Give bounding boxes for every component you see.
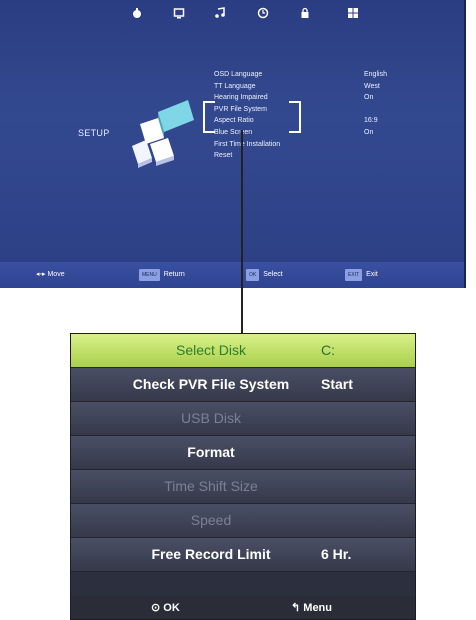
row-label: Select Disk	[175, 342, 247, 358]
row-label: Free Record Limit	[151, 546, 271, 562]
menu-item-label: OSD Language	[214, 71, 263, 78]
row-format[interactable]: Format	[71, 436, 415, 470]
row-label: Check PVR File System	[132, 376, 290, 392]
row-value: Start	[321, 376, 353, 392]
lock-icon[interactable]	[298, 7, 312, 21]
top-menu-bar	[0, 4, 464, 26]
tv-footer-bar: ◂◦▸ Move MENU Return OK Select EXIT Exit	[0, 262, 464, 288]
footer-move-label: Move	[47, 271, 65, 278]
move-arrows-icon: ◂◦▸	[36, 271, 46, 278]
row-value: C:	[321, 342, 335, 358]
setup-icon[interactable]	[346, 7, 360, 21]
footer-select-label: Select	[263, 271, 283, 278]
footer-ok[interactable]: ⊙ OK	[151, 601, 180, 614]
exit-key-icon: EXIT	[345, 269, 363, 281]
menu-item-value: On	[364, 128, 374, 136]
menu-key-icon: MENU	[139, 269, 160, 281]
sound-icon[interactable]	[213, 7, 227, 21]
return-arrow-icon: ↰	[291, 602, 301, 614]
section-label: SETUP	[78, 128, 110, 138]
row-check-pvr-file-system[interactable]: Check PVR File System Start	[71, 368, 415, 402]
menu-item-reset[interactable]: Reset	[214, 150, 414, 162]
row-label: USB Disk	[181, 410, 241, 426]
footer-move: ◂◦▸ Move	[36, 269, 65, 281]
footer-exit-label: Exit	[366, 271, 378, 278]
row-free-record-limit[interactable]: Free Record Limit 6 Hr.	[71, 538, 415, 572]
ok-button-icon: ⊙	[151, 602, 161, 614]
row-select-disk[interactable]: Select Disk C:	[71, 334, 415, 368]
menu-item-first-time-installation[interactable]: First Time Installation	[214, 139, 414, 151]
selection-highlight	[203, 101, 301, 133]
menu-item-label: First Time Installation	[214, 140, 281, 148]
menu-item-label: TT Language	[214, 82, 256, 90]
row-label: Format	[187, 444, 235, 460]
row-value: 6 Hr.	[321, 546, 352, 562]
row-usb-disk: USB Disk	[71, 402, 415, 436]
channel-icon[interactable]	[172, 7, 186, 21]
row-speed: Speed	[71, 504, 415, 538]
row-label: Time Shift Size	[164, 478, 258, 494]
setup-cube-icon	[128, 92, 198, 172]
footer-exit: EXIT Exit	[345, 269, 378, 281]
footer-ok-label: OK	[163, 602, 180, 614]
footer-menu-label: Menu	[303, 602, 333, 614]
tv-setup-screen: SETUP OSD Language English TT Language W…	[0, 0, 466, 288]
menu-item-value: On	[364, 94, 374, 102]
menu-item-tt-language[interactable]: TT Language West	[214, 81, 414, 93]
menu-item-value: West	[364, 82, 380, 90]
panel-footer: ⊙ OK ↰ Menu	[71, 596, 415, 619]
footer-menu[interactable]: ↰ Menu	[291, 601, 332, 614]
footer-return-label: Return	[163, 271, 185, 278]
row-time-shift-size: Time Shift Size	[71, 470, 415, 504]
menu-item-label: Reset	[214, 152, 233, 160]
menu-item-value: English	[364, 71, 387, 78]
ok-key-icon: OK	[246, 269, 260, 281]
footer-select: OK Select	[246, 269, 283, 281]
menu-item-value: 16:9	[364, 117, 378, 125]
footer-return: MENU Return	[139, 269, 185, 281]
time-icon[interactable]	[256, 7, 270, 21]
pvr-file-system-panel: Select Disk C: Check PVR File System Sta…	[70, 333, 416, 620]
row-label: Speed	[190, 512, 232, 528]
picture-icon[interactable]	[130, 7, 144, 21]
connector-line	[241, 130, 243, 334]
menu-item-osd-language[interactable]: OSD Language English	[214, 69, 414, 81]
